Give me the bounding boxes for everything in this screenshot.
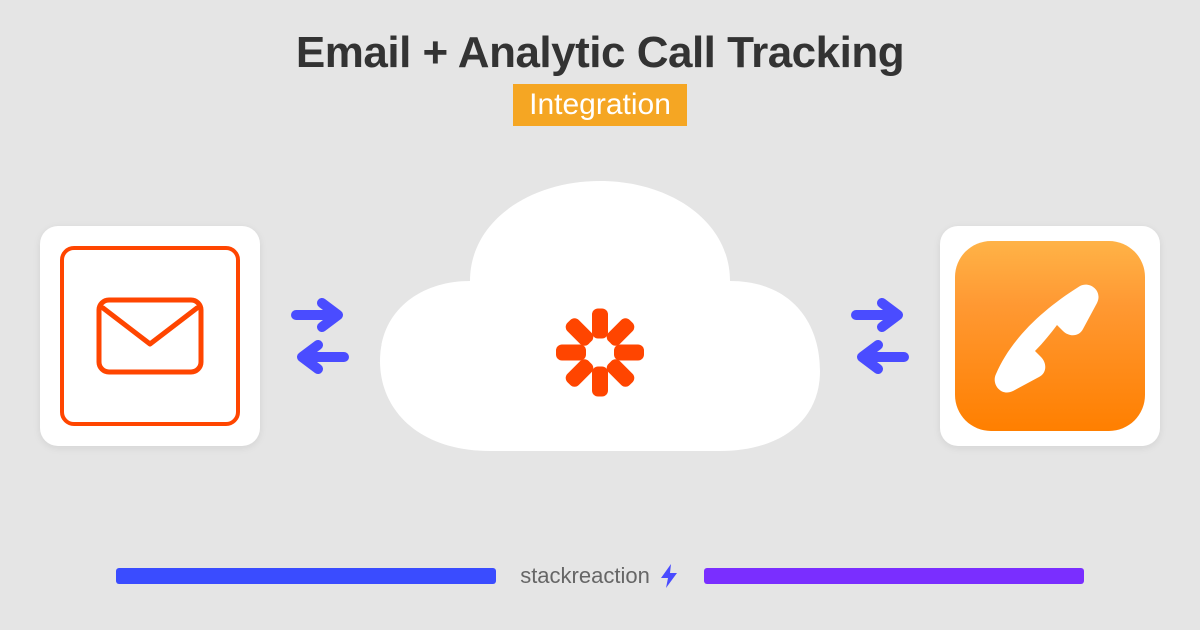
- bolt-icon: [658, 562, 680, 590]
- integration-badge: Integration: [513, 84, 687, 126]
- arrow-left-icon: [290, 339, 350, 375]
- service-card-call-tracking: [940, 226, 1160, 446]
- page-title: Email + Analytic Call Tracking: [0, 28, 1200, 78]
- arrow-right-icon: [850, 297, 910, 333]
- header: Email + Analytic Call Tracking Integrati…: [0, 0, 1200, 126]
- service-card-email: [40, 226, 260, 446]
- zapier-icon: [550, 303, 650, 408]
- footer: stackreaction: [0, 562, 1200, 590]
- decor-bar-right: [704, 568, 1084, 584]
- sync-arrows-right: [850, 297, 910, 375]
- brand-name: stackreaction: [520, 563, 650, 589]
- sync-arrows-left: [290, 297, 350, 375]
- arrow-left-icon: [850, 339, 910, 375]
- decor-bar-left: [116, 568, 496, 584]
- email-icon: [60, 246, 240, 426]
- arrow-right-icon: [290, 297, 350, 333]
- diagram-main: [0, 146, 1200, 526]
- brand: stackreaction: [520, 562, 680, 590]
- phone-icon: [955, 241, 1145, 431]
